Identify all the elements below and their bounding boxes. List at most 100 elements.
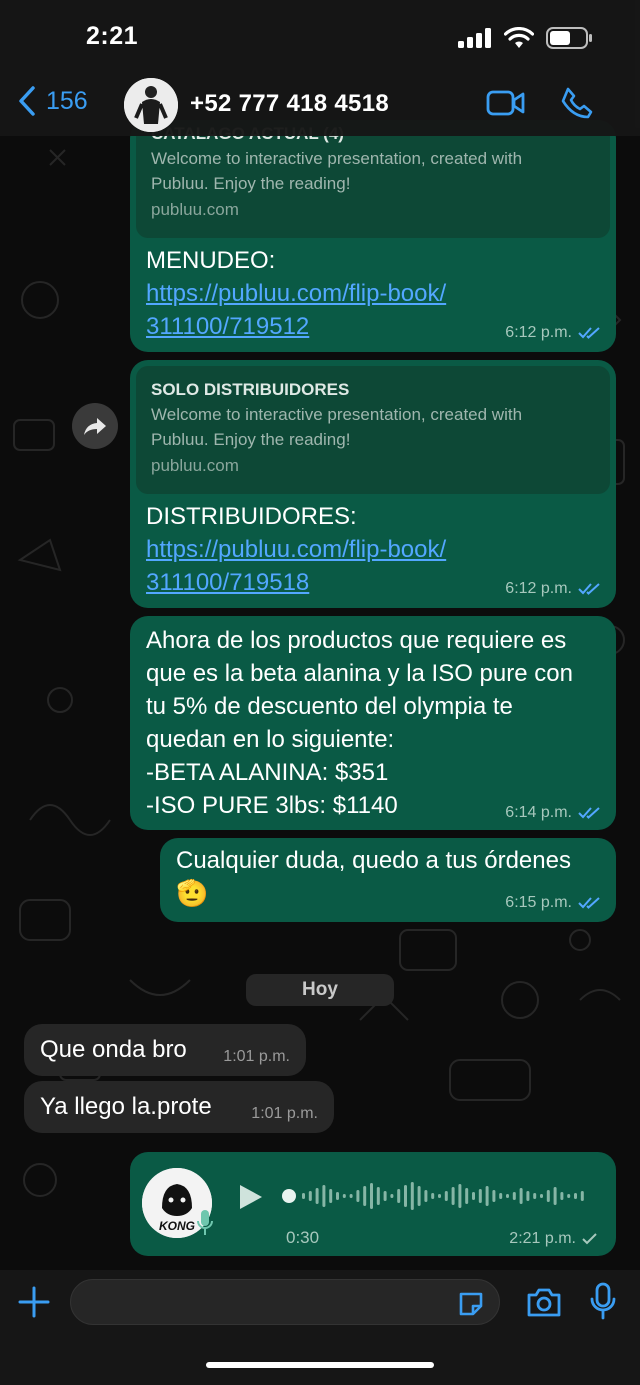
waveform-bar: [417, 1186, 421, 1206]
preview-site: publuu.com: [151, 200, 239, 219]
camera-button[interactable]: [526, 1286, 562, 1323]
waveform-bar: [546, 1190, 550, 1202]
waveform-bar: [580, 1191, 584, 1201]
back-button[interactable]: 156: [18, 86, 88, 116]
double-check-icon: [578, 897, 600, 909]
waveform-bar: [519, 1188, 523, 1204]
contact-name[interactable]: +52 777 418 4518: [190, 90, 389, 118]
waveform-bar: [540, 1194, 543, 1198]
waveform-bar: [308, 1191, 312, 1201]
waveform-bar: [478, 1189, 482, 1203]
voice-record-button[interactable]: [590, 1282, 616, 1325]
voice-note-mic-badge: [196, 1208, 214, 1243]
incoming-message[interactable]: Que onda bro 1:01 p.m.: [24, 1024, 306, 1076]
home-indicator: [206, 1362, 434, 1368]
sticker-button[interactable]: [457, 1290, 485, 1323]
message-time: 1:01 p.m.: [223, 1048, 290, 1065]
message-bubble-menudeo[interactable]: CATALAGO ACTUAL (4) Welcome to interacti…: [130, 120, 616, 352]
microphone-icon: [590, 1282, 616, 1320]
preview-site: publuu.com: [151, 456, 239, 475]
waveform-bar: [349, 1194, 353, 1198]
message-link[interactable]: https://publuu.com/flip-book/ 311100/719…: [146, 277, 446, 343]
waveform-bar: [485, 1186, 489, 1206]
waveform-bar: [465, 1188, 469, 1204]
waveform-bar: [553, 1187, 557, 1205]
voice-note-bubble[interactable]: KONG 0:30 2:21 p.m.: [130, 1152, 616, 1256]
phone-icon: [561, 87, 593, 119]
status-time: 2:21: [86, 22, 139, 50]
message-time: 1:01 p.m.: [251, 1105, 318, 1122]
message-text: MENUDEO: https://publuu.com/flip-book/ 3…: [146, 244, 446, 343]
forward-button[interactable]: [72, 403, 118, 449]
waveform-bar: [512, 1192, 516, 1200]
message-text: Ahora de los productos que requiere es q…: [146, 627, 573, 819]
message-text: Que onda bro: [40, 1036, 187, 1063]
preview-description: Welcome to interactive presentation, cre…: [151, 405, 523, 449]
preview-title: SOLO DISTRIBUIDORES: [151, 380, 350, 399]
waveform-bar: [370, 1183, 373, 1209]
voice-call-button[interactable]: [560, 86, 594, 125]
waveform-bar: [342, 1194, 346, 1198]
waveform-bar: [336, 1192, 339, 1200]
waveform-bar: [533, 1193, 537, 1199]
waveform-bar: [356, 1190, 360, 1202]
microphone-icon: [197, 1210, 213, 1235]
message-time: 2:21 p.m.: [509, 1230, 598, 1248]
waveform-bar: [315, 1188, 319, 1204]
double-check-icon: [578, 807, 600, 819]
waveform-bar: [567, 1194, 571, 1198]
link-preview[interactable]: SOLO DISTRIBUIDORES Welcome to interacti…: [136, 366, 610, 494]
message-input[interactable]: [70, 1279, 500, 1325]
video-call-button[interactable]: [486, 88, 526, 123]
message-link[interactable]: https://publuu.com/flip-book/ 311100/719…: [146, 533, 446, 599]
message-text: DISTRIBUIDORES: https://publuu.com/flip-…: [146, 500, 446, 599]
message-text: Ya llego la.prote: [40, 1093, 212, 1120]
link-preview[interactable]: CATALAGO ACTUAL (4) Welcome to interacti…: [136, 120, 610, 238]
message-time: 6:14 p.m.: [505, 804, 602, 822]
composer-bar: [0, 1270, 640, 1385]
waveform-bar: [458, 1184, 462, 1208]
waveform-bar: [451, 1187, 455, 1205]
waveform-bar: [410, 1182, 414, 1210]
attach-button[interactable]: [16, 1284, 52, 1325]
plus-icon: [18, 1286, 50, 1318]
waveform-bar: [444, 1191, 448, 1201]
waveform-bar: [574, 1193, 577, 1199]
incoming-message[interactable]: Ya llego la.prote 1:01 p.m.: [24, 1081, 334, 1133]
message-bubble-prices[interactable]: Ahora de los productos que requiere es q…: [130, 616, 616, 830]
waveform-bar: [376, 1187, 380, 1205]
waveform-bar: [492, 1190, 496, 1202]
waveform-bar: [363, 1186, 367, 1206]
waveform-bar: [383, 1191, 387, 1201]
status-icons: [458, 26, 594, 50]
signal-icon: [458, 28, 491, 48]
message-time: 6:15 p.m.: [505, 894, 602, 912]
video-camera-icon: [486, 90, 525, 116]
message-time: 6:12 p.m.: [505, 580, 602, 598]
message-bubble-distribuidores[interactable]: SOLO DISTRIBUIDORES Welcome to interacti…: [130, 360, 616, 608]
waveform-progress-dot[interactable]: [282, 1189, 296, 1203]
waveform-bar: [472, 1192, 475, 1200]
double-check-icon: [578, 327, 600, 339]
waveform-bar: [404, 1185, 407, 1207]
waveform-bar: [329, 1189, 333, 1203]
back-count: 156: [46, 86, 88, 115]
top-bar: 2:21 156 +52 777 418 4518: [0, 0, 640, 136]
play-icon: [240, 1185, 262, 1209]
contact-avatar[interactable]: [124, 78, 178, 132]
waveform-bar: [526, 1191, 530, 1201]
single-check-icon: [582, 1233, 597, 1245]
waveform-bar: [560, 1192, 564, 1200]
message-time: 6:12 p.m.: [505, 324, 602, 342]
message-bubble-dudas[interactable]: Cualquier duda, quedo a tus órdenes 🫡 6:…: [160, 838, 616, 922]
preview-description: Welcome to interactive presentation, cre…: [151, 149, 523, 193]
waveform-bar: [302, 1193, 305, 1199]
forward-arrow-icon: [84, 418, 106, 435]
voice-note-duration: 0:30: [286, 1228, 320, 1247]
waveform-bar: [424, 1190, 428, 1202]
wifi-icon: [504, 27, 534, 48]
voice-waveform[interactable]: [282, 1178, 594, 1219]
play-button[interactable]: [236, 1182, 264, 1217]
sticker-icon: [459, 1292, 483, 1316]
camera-icon: [527, 1288, 561, 1317]
